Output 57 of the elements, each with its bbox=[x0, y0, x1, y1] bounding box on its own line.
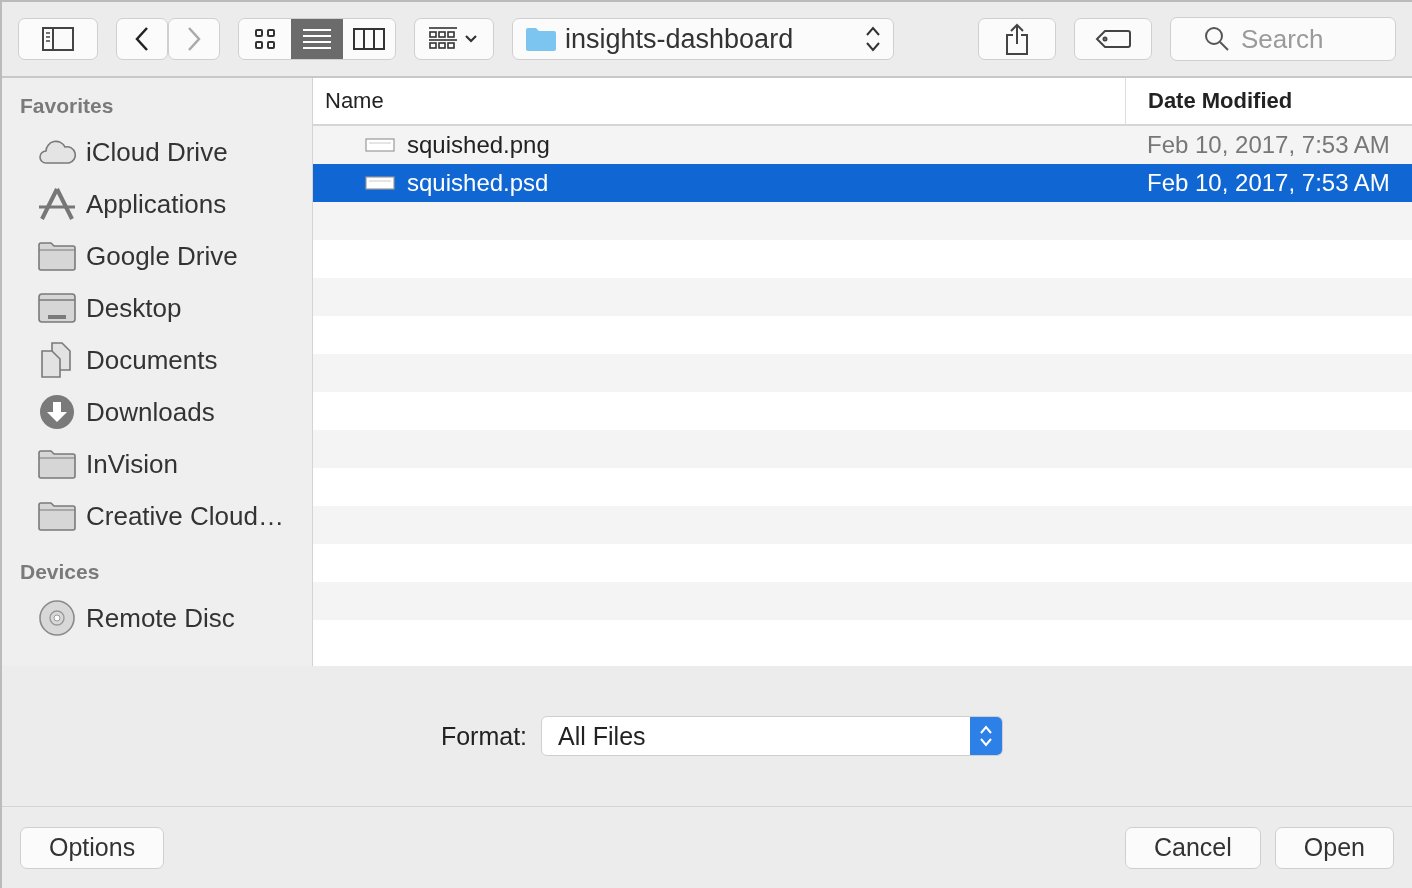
folder-icon bbox=[525, 26, 557, 52]
columns-icon bbox=[353, 28, 385, 50]
sidebar-item[interactable]: Applications bbox=[2, 178, 312, 230]
icons-view-button[interactable] bbox=[239, 19, 291, 59]
grid-icon bbox=[254, 28, 276, 50]
options-button[interactable]: Options bbox=[20, 826, 165, 869]
up-down-chevron-icon bbox=[865, 25, 881, 53]
sidebar-section-title: Favorites bbox=[19, 94, 115, 119]
file-row[interactable]: squished.psd Feb 10, 2017, 7:53 AM bbox=[313, 164, 1412, 202]
search-icon bbox=[1204, 26, 1230, 52]
file-name: squished.png bbox=[407, 131, 550, 159]
sidebar-item[interactable]: Downloads bbox=[2, 386, 312, 438]
up-down-chevron-icon bbox=[979, 723, 994, 749]
location-popup[interactable]: insights-dashboard bbox=[512, 18, 894, 60]
back-button[interactable] bbox=[116, 18, 168, 60]
folder-icon bbox=[38, 241, 76, 271]
file-name: squished.psd bbox=[407, 169, 549, 197]
sidebar-item[interactable]: Documents bbox=[2, 334, 312, 386]
arrange-button[interactable] bbox=[414, 18, 494, 60]
folder-icon bbox=[38, 449, 76, 479]
open-button[interactable]: Open bbox=[1274, 826, 1394, 869]
sidebar-section-title: Devices bbox=[19, 560, 101, 585]
chevron-left-icon bbox=[135, 26, 149, 52]
date-cell-text: Feb 10, 2017, 7:53 AM bbox=[1146, 169, 1390, 196]
chevron-right-icon bbox=[187, 26, 201, 52]
sidebar-item[interactable]: Google Drive bbox=[2, 230, 312, 282]
download-icon bbox=[38, 394, 76, 430]
list-icon bbox=[302, 28, 332, 50]
sidebar-item[interactable]: Creative Cloud… bbox=[2, 490, 312, 542]
file-icon bbox=[365, 138, 395, 152]
columns-view-button[interactable] bbox=[343, 19, 395, 59]
app-store-icon bbox=[38, 187, 76, 221]
format-label: Format: bbox=[440, 721, 528, 751]
sidebar-icon bbox=[42, 27, 74, 51]
sidebar-item[interactable]: Desktop bbox=[2, 282, 312, 334]
tag-button[interactable] bbox=[1074, 18, 1152, 60]
share-icon bbox=[1006, 23, 1028, 55]
tag-icon bbox=[1095, 29, 1131, 49]
column-header[interactable]: Name bbox=[313, 78, 1125, 124]
group-grid-icon bbox=[428, 26, 480, 52]
file-icon bbox=[365, 176, 395, 190]
folder-icon bbox=[38, 501, 76, 531]
sidebar-item[interactable]: Remote Disc bbox=[2, 592, 312, 644]
sidebar-toggle-button[interactable] bbox=[18, 18, 98, 60]
sidebar-item[interactable]: iCloud Drive bbox=[2, 126, 312, 178]
search-field[interactable]: Search bbox=[1170, 17, 1396, 61]
format-popup[interactable]: All Files bbox=[541, 716, 1004, 756]
cancel-button[interactable]: Cancel bbox=[1125, 826, 1261, 869]
cloud-icon bbox=[38, 138, 76, 166]
sidebar-item[interactable]: InVision bbox=[2, 438, 312, 490]
disc-icon bbox=[38, 600, 76, 636]
column-header[interactable]: Date Modified bbox=[1125, 78, 1412, 124]
desktop-icon bbox=[38, 293, 76, 323]
file-row[interactable]: squished.png Feb 10, 2017, 7:53 AM bbox=[313, 126, 1412, 164]
share-button[interactable] bbox=[978, 18, 1056, 60]
list-view-button[interactable] bbox=[291, 19, 343, 59]
date-cell-text: Feb 10, 2017, 7:53 AM bbox=[1146, 131, 1390, 158]
